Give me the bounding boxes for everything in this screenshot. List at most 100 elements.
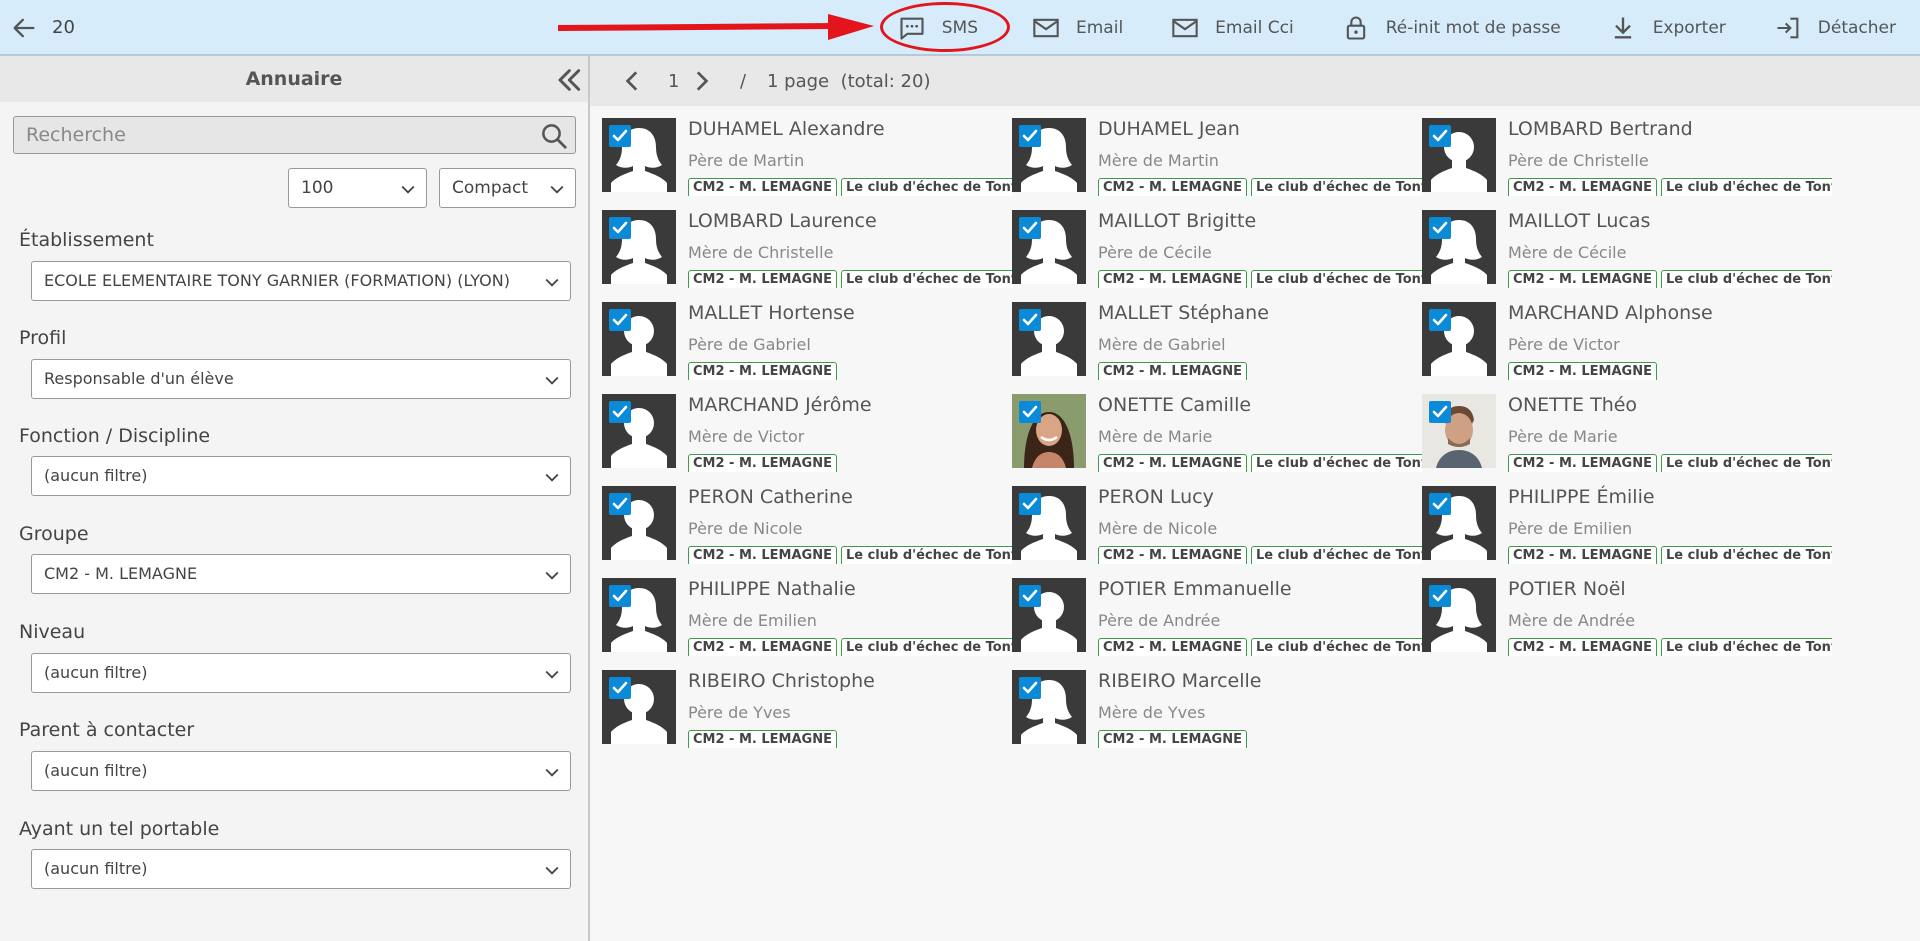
contact-role: Père de Gabriel	[688, 335, 811, 354]
group-tag: Le club d'échec de Tony	[1660, 270, 1832, 288]
export-button[interactable]: Exporter	[1585, 0, 1750, 56]
contact-role: Mère de Gabriel	[1098, 335, 1226, 354]
next-page-icon[interactable]	[688, 68, 714, 94]
contact-name: PERON Lucy	[1098, 486, 1214, 508]
collapse-sidebar-icon[interactable]	[552, 64, 584, 96]
contact-card[interactable]: MARCHAND Alphonse Père de Victor CM2 - M. …	[1422, 302, 1832, 380]
search-input[interactable]	[14, 117, 538, 153]
search-icon[interactable]	[539, 121, 569, 151]
contact-tags: CM2 - M. LEMAGNE Le club d'échec de Tony	[1508, 636, 1832, 656]
contact-name: DUHAMEL Jean	[1098, 118, 1240, 140]
contact-role: Père de Yves	[688, 703, 791, 722]
contact-card[interactable]: RIBEIRO Christophe Père de Yves CM2 - M. L…	[602, 670, 1012, 748]
contact-role: Père de Andrée	[1098, 611, 1221, 630]
detach-button[interactable]: Détacher	[1750, 0, 1920, 56]
selection-checkbox[interactable]	[1019, 585, 1041, 607]
group-tag: CM2 - M. LEMAGNE	[1508, 270, 1657, 288]
selection-checkbox[interactable]	[609, 125, 631, 147]
contact-card[interactable]: PHILIPPE Émilie Père de Emilien CM2 - M. L…	[1422, 486, 1832, 564]
display-mode-select[interactable]: Compact	[439, 168, 576, 208]
contact-card[interactable]: POTIER Emmanuelle Père de Andrée CM2 - M. …	[1012, 578, 1422, 656]
previous-page-icon[interactable]	[620, 68, 646, 94]
contact-name: MAILLOT Lucas	[1508, 210, 1651, 232]
sidebar-header: Annuaire	[0, 56, 588, 102]
email-button[interactable]: Email	[1008, 0, 1147, 56]
selection-checkbox[interactable]	[1429, 401, 1451, 423]
group-tag: Le club d'échec de Tony	[1660, 454, 1832, 472]
contact-card[interactable]: PERON Lucy Mère de Nicole CM2 - M. LEMAGNE…	[1012, 486, 1422, 564]
selection-checkbox[interactable]	[1019, 493, 1041, 515]
contact-role: Mère de Christelle	[688, 243, 834, 262]
contact-tags: CM2 - M. LEMAGNE	[688, 728, 1012, 748]
contact-card[interactable]: DUHAMEL Alexandre Père de Martin CM2 - M. …	[602, 118, 1012, 196]
contact-tags: CM2 - M. LEMAGNE Le club d'échec de Tony	[1508, 544, 1832, 564]
selection-checkbox[interactable]	[609, 217, 631, 239]
group-tag: CM2 - M. LEMAGNE	[1098, 270, 1247, 288]
contact-role: Mère de Yves	[1098, 703, 1206, 722]
selection-checkbox[interactable]	[609, 493, 631, 515]
contact-card[interactable]: PHILIPPE Nathalie Mère de Emilien CM2 - M.…	[602, 578, 1012, 656]
reset-password-button[interactable]: Ré-init mot de passe	[1318, 0, 1585, 56]
contact-card[interactable]: RIBEIRO Marcelle Mère de Yves CM2 - M. LEM…	[1012, 670, 1422, 748]
selection-checkbox[interactable]	[609, 677, 631, 699]
selection-checkbox[interactable]	[1019, 677, 1041, 699]
contact-card[interactable]: ONETTE Théo Père de Marie CM2 - M. LEMAGNE…	[1422, 394, 1832, 472]
group-tag: Le club d'échec de Tony	[1250, 178, 1422, 196]
contact-tags: CM2 - M. LEMAGNE Le club d'échec de Tony	[1098, 452, 1422, 472]
group-tag: CM2 - M. LEMAGNE	[1508, 546, 1657, 564]
selection-checkbox[interactable]	[609, 309, 631, 331]
filter-select-parent-a-contacter[interactable]: (aucun filtre)	[31, 751, 571, 791]
selection-checkbox[interactable]	[1429, 585, 1451, 607]
contact-card[interactable]: DUHAMEL Jean Mère de Martin CM2 - M. LEMAG…	[1012, 118, 1422, 196]
detach-label: Détacher	[1817, 18, 1896, 38]
back-arrow-icon[interactable]	[10, 14, 38, 42]
selection-checkbox[interactable]	[609, 401, 631, 423]
annotation-arrow	[558, 14, 874, 40]
email-bcc-button[interactable]: Email Cci	[1147, 0, 1318, 56]
selection-checkbox[interactable]	[1019, 401, 1041, 423]
group-tag: CM2 - M. LEMAGNE	[1508, 638, 1657, 656]
group-tag: CM2 - M. LEMAGNE	[688, 638, 837, 656]
checkmark-icon	[1022, 221, 1038, 234]
search-field	[13, 116, 576, 154]
filter-select-fonction[interactable]: (aucun filtre)	[31, 456, 571, 496]
filter-select-groupe[interactable]: CM2 - M. LEMAGNE	[31, 554, 571, 594]
group-tag: Le club d'échec de Tony	[1660, 638, 1832, 656]
contact-tags: CM2 - M. LEMAGNE Le club d'échec de Tony	[1098, 636, 1422, 656]
contact-tags: CM2 - M. LEMAGNE Le club d'échec de Tony	[1098, 268, 1422, 288]
contact-card[interactable]: POTIER Noël Mère de Andrée CM2 - M. LEMAGN…	[1422, 578, 1832, 656]
selection-checkbox[interactable]	[1019, 125, 1041, 147]
filter-select-etablissement[interactable]: ECOLE ELEMENTAIRE TONY GARNIER (FORMATIO…	[31, 261, 571, 301]
contact-card[interactable]: MAILLOT Lucas Mère de Cécile CM2 - M. LEMA…	[1422, 210, 1832, 288]
top-toolbar: 20 SMS Email Email Cci Ré-init mot de pa…	[0, 0, 1920, 56]
group-tag: Le club d'échec de Tony	[1660, 546, 1832, 564]
contact-card[interactable]: LOMBARD Bertrand Père de Christelle CM2 - …	[1422, 118, 1832, 196]
filter-select-tel-portable[interactable]: (aucun filtre)	[31, 849, 571, 889]
page-size-select[interactable]: 100	[288, 168, 427, 208]
contact-card[interactable]: LOMBARD Laurence Mère de Christelle CM2 - …	[602, 210, 1012, 288]
selection-checkbox[interactable]	[1429, 217, 1451, 239]
contact-card[interactable]: PERON Catherine Père de Nicole CM2 - M. LE…	[602, 486, 1012, 564]
filter-select-niveau[interactable]: (aucun filtre)	[31, 653, 571, 693]
sms-icon	[900, 17, 924, 40]
contact-card[interactable]: MALLET Stéphane Mère de Gabriel CM2 - M. L…	[1012, 302, 1422, 380]
group-tag: Le club d'échec de Tony	[840, 178, 1012, 196]
selection-checkbox[interactable]	[1019, 217, 1041, 239]
filter-select-profil[interactable]: Responsable d'un élève	[31, 359, 571, 399]
selection-checkbox[interactable]	[1429, 493, 1451, 515]
contact-tags: CM2 - M. LEMAGNE Le club d'échec de Tony	[1508, 176, 1832, 196]
selection-checkbox[interactable]	[1019, 309, 1041, 331]
contact-card[interactable]: MAILLOT Brigitte Père de Cécile CM2 - M. L…	[1012, 210, 1422, 288]
download-icon	[1614, 17, 1631, 39]
sms-label: SMS	[941, 18, 978, 38]
contact-card[interactable]: MALLET Hortense Père de Gabriel CM2 - M. L…	[602, 302, 1012, 380]
checkmark-icon	[1022, 129, 1038, 142]
selection-checkbox[interactable]	[609, 585, 631, 607]
contact-card[interactable]: MARCHAND Jérôme Mère de Victor CM2 - M. LE…	[602, 394, 1012, 472]
sms-button[interactable]: SMS	[876, 0, 1008, 56]
contact-card[interactable]: ONETTE Camille Mère de Marie CM2 - M. LEMA…	[1012, 394, 1422, 472]
selection-checkbox[interactable]	[1429, 125, 1451, 147]
filter-value: (aucun filtre)	[44, 761, 148, 780]
contact-role: Mère de Marie	[1098, 427, 1213, 446]
selection-checkbox[interactable]	[1429, 309, 1451, 331]
